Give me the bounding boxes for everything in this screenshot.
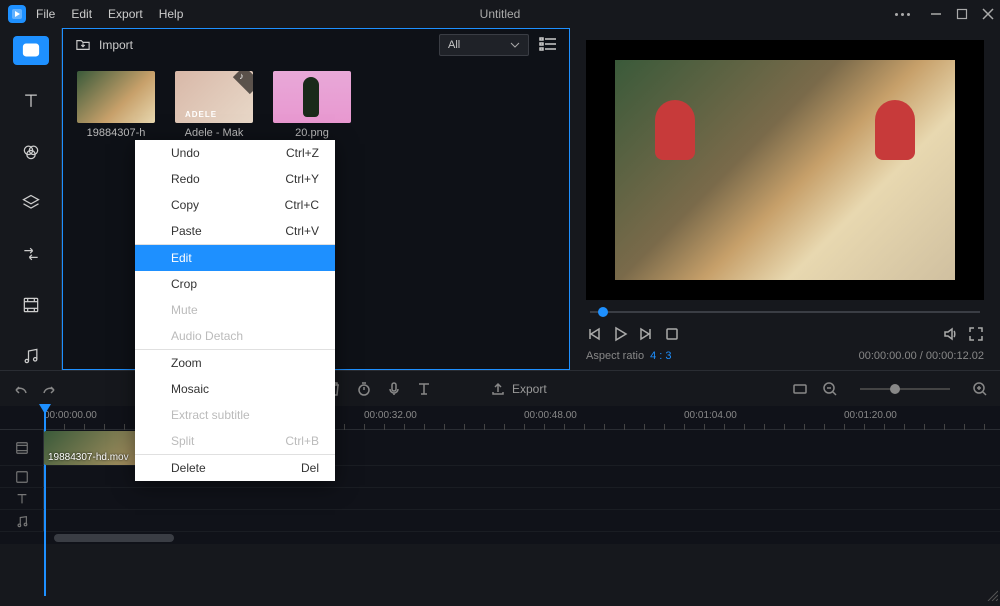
scrollbar-thumb[interactable] xyxy=(54,534,174,542)
menu-help[interactable]: Help xyxy=(159,7,184,21)
ctx-item-redo[interactable]: RedoCtrl+Y xyxy=(135,166,335,192)
import-button[interactable]: Import xyxy=(75,38,133,52)
titlebar: File Edit Export Help Untitled xyxy=(0,0,1000,28)
track-head-video[interactable] xyxy=(0,430,44,465)
timer-icon[interactable] xyxy=(356,381,372,397)
stop-icon[interactable] xyxy=(664,326,680,342)
menu-edit[interactable]: Edit xyxy=(71,7,92,21)
export-label: Export xyxy=(512,382,547,396)
context-menu: UndoCtrl+ZRedoCtrl+YCopyCtrl+CPasteCtrl+… xyxy=(135,140,335,481)
left-toolbar xyxy=(0,28,62,370)
clip-label: 19884307-hd.mov xyxy=(48,452,129,463)
ruler-tick: 00:00:00.00 xyxy=(44,410,97,421)
media-item-label: Adele - Mak xyxy=(175,127,253,139)
ctx-item-split: SplitCtrl+B xyxy=(135,428,335,454)
tool-overlays[interactable] xyxy=(13,189,49,218)
preview-controls xyxy=(586,324,984,344)
ruler-tick: 00:00:32.00 xyxy=(364,410,417,421)
ctx-item-undo[interactable]: UndoCtrl+Z xyxy=(135,140,335,166)
preview-frame xyxy=(615,60,955,280)
more-icon[interactable] xyxy=(895,13,910,16)
time-display: 00:00:00.00 / 00:00:12.02 xyxy=(859,350,984,362)
volume-icon[interactable] xyxy=(942,326,958,342)
tool-text[interactable] xyxy=(13,87,49,116)
tool-media[interactable] xyxy=(13,36,49,65)
media-item[interactable]: 20.png xyxy=(273,71,351,139)
undo-icon[interactable] xyxy=(12,381,28,397)
preview-info: Aspect ratio4 : 3 00:00:00.00 / 00:00:12… xyxy=(586,344,984,362)
redo-icon[interactable] xyxy=(42,381,58,397)
tool-transitions[interactable] xyxy=(13,239,49,268)
scrub-handle[interactable] xyxy=(598,307,608,317)
resize-grip[interactable] xyxy=(986,588,998,600)
timeline-scrollbar[interactable] xyxy=(0,532,1000,544)
ruler-tick: 00:01:20.00 xyxy=(844,410,897,421)
media-thumbnails: 19884307-h ADELE Adele - Mak 20.png xyxy=(63,61,569,149)
mic-icon[interactable] xyxy=(386,381,402,397)
audio-track[interactable] xyxy=(0,510,1000,532)
view-toggle[interactable] xyxy=(539,37,557,54)
text-icon[interactable] xyxy=(416,381,432,397)
media-item[interactable]: ADELE Adele - Mak xyxy=(175,71,253,139)
close-icon[interactable] xyxy=(982,8,994,20)
ctx-item-edit[interactable]: Edit xyxy=(135,245,335,271)
track-head-video2[interactable] xyxy=(0,466,44,487)
media-header: Import All xyxy=(63,29,569,61)
ctx-item-delete[interactable]: DeleteDel xyxy=(135,455,335,481)
filter-dropdown[interactable]: All xyxy=(439,34,529,56)
zoom-out-icon[interactable] xyxy=(822,381,838,397)
play-icon[interactable] xyxy=(612,326,628,342)
prev-frame-icon[interactable] xyxy=(586,326,602,342)
preview-scrubber[interactable] xyxy=(586,300,984,324)
music-badge-icon xyxy=(233,71,253,94)
maximize-icon[interactable] xyxy=(956,8,968,20)
ctx-item-paste[interactable]: PasteCtrl+V xyxy=(135,218,335,244)
ctx-item-mosaic[interactable]: Mosaic xyxy=(135,376,335,402)
menu-export[interactable]: Export xyxy=(108,7,143,21)
tool-music[interactable] xyxy=(13,341,49,370)
export-icon xyxy=(490,381,506,397)
ctx-item-zoom[interactable]: Zoom xyxy=(135,350,335,376)
tool-filters[interactable] xyxy=(13,138,49,167)
fullscreen-icon[interactable] xyxy=(968,326,984,342)
app-logo xyxy=(8,5,26,23)
tool-elements[interactable] xyxy=(13,290,49,319)
preview-video[interactable] xyxy=(586,40,984,300)
text-track[interactable] xyxy=(0,488,1000,510)
media-item-label: 20.png xyxy=(273,127,351,139)
track-head-audio[interactable] xyxy=(0,510,44,531)
ctx-item-extract-subtitle: Extract subtitle xyxy=(135,402,335,428)
ctx-item-crop[interactable]: Crop xyxy=(135,271,335,297)
next-frame-icon[interactable] xyxy=(638,326,654,342)
menu-bar: File Edit Export Help xyxy=(36,7,183,21)
ctx-item-audio-detach: Audio Detach xyxy=(135,323,335,349)
ctx-item-copy[interactable]: CopyCtrl+C xyxy=(135,192,335,218)
zoom-in-icon[interactable] xyxy=(972,381,988,397)
window-controls xyxy=(895,8,994,20)
track-head-text[interactable] xyxy=(0,488,44,509)
zoom-slider[interactable] xyxy=(860,388,950,390)
preview-panel: Aspect ratio4 : 3 00:00:00.00 / 00:00:12… xyxy=(570,28,1000,370)
menu-file[interactable]: File xyxy=(36,7,55,21)
fit-icon[interactable] xyxy=(792,381,808,397)
ruler-tick: 00:01:04.00 xyxy=(684,410,737,421)
minimize-icon[interactable] xyxy=(930,8,942,20)
media-filter: All xyxy=(439,34,557,56)
aspect-ratio: Aspect ratio4 : 3 xyxy=(586,350,672,362)
media-item-label: 19884307-h xyxy=(77,127,155,139)
media-item[interactable]: 19884307-h xyxy=(77,71,155,139)
export-button[interactable]: Export xyxy=(490,381,547,397)
filter-value: All xyxy=(448,39,460,51)
import-icon xyxy=(75,38,91,52)
chevron-down-icon xyxy=(510,42,520,48)
import-label: Import xyxy=(99,38,133,52)
window-title: Untitled xyxy=(480,7,521,21)
ctx-item-mute: Mute xyxy=(135,297,335,323)
ruler-tick: 00:00:48.00 xyxy=(524,410,577,421)
